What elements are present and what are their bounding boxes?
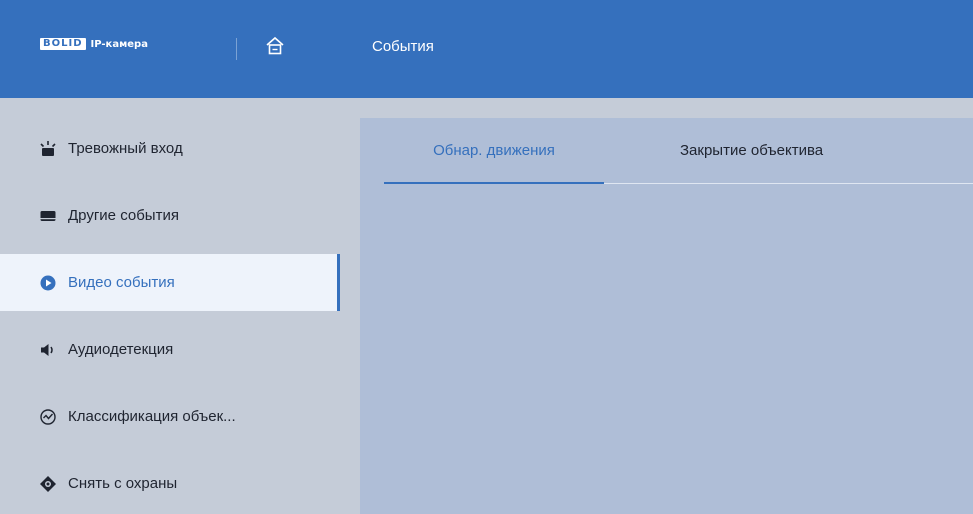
speaker-icon (38, 340, 58, 360)
sidebar-item-label: Другие события (68, 207, 179, 224)
sidebar-item-label: Классификация объек... (68, 408, 236, 425)
sidebar-item-object-classification[interactable]: Классификация объек... (0, 388, 340, 445)
sidebar-item-other-events[interactable]: Другие события (0, 187, 340, 244)
tab-lens-obstruction[interactable]: Закрытие объектива (652, 118, 851, 183)
sidebar-item-label: Видео события (68, 274, 175, 291)
tab-label: Закрытие объектива (680, 142, 824, 159)
header-divider (236, 38, 237, 60)
main-content: Обнар. движения Закрытие объектива (360, 118, 973, 514)
page-title: События (372, 38, 434, 55)
disarm-icon (38, 474, 58, 494)
classify-icon (38, 407, 58, 427)
sidebar-item-audio-detection[interactable]: Аудиодетекция (0, 321, 340, 378)
header-spacer (0, 98, 973, 118)
sidebar-item-disarm[interactable]: Снять с охраны (0, 455, 340, 512)
active-tab-indicator (384, 182, 604, 184)
sidebar-item-label: Тревожный вход (68, 140, 183, 157)
tab-label: Обнар. движения (433, 142, 555, 159)
sidebar-nav: Тревожный вход Другие события Видео собы… (0, 118, 340, 514)
sidebar-item-label: Снять с охраны (68, 475, 178, 492)
brand-logo: BOLID IP-камера (40, 38, 148, 50)
top-header: BOLID IP-камера События (0, 0, 973, 98)
tab-motion-detection[interactable]: Обнар. движения (384, 118, 604, 184)
home-icon (266, 36, 284, 55)
logo-text: IP-камера (90, 38, 148, 50)
drive-icon (38, 206, 58, 226)
sidebar-item-label: Аудиодетекция (68, 341, 174, 358)
home-button[interactable] (263, 34, 287, 58)
play-circle-icon (38, 273, 58, 293)
event-tabs: Обнар. движения Закрытие объектива (384, 118, 973, 184)
alarm-light-icon (38, 139, 58, 159)
sidebar-item-video-events[interactable]: Видео события (0, 254, 340, 311)
logo-badge: BOLID (40, 38, 86, 50)
sidebar-item-alarm-input[interactable]: Тревожный вход (0, 120, 340, 177)
